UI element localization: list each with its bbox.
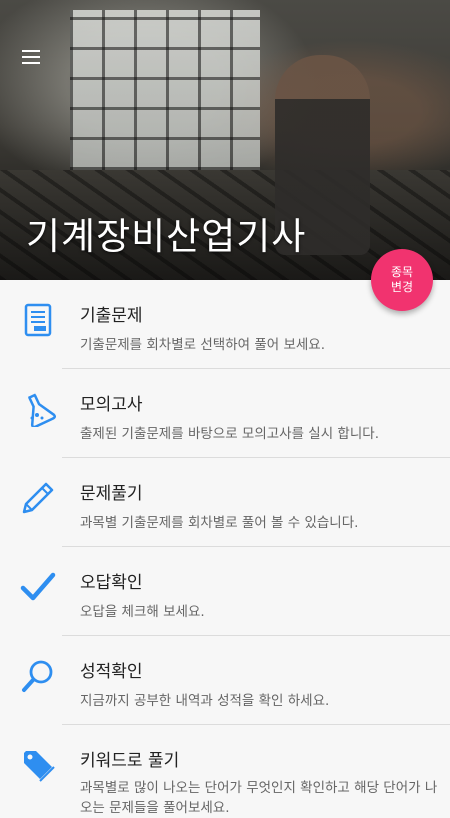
magnifier-icon <box>22 660 53 692</box>
menu-item-desc: 지금까지 공부한 내역과 성적을 확인 하세요. <box>80 693 330 709</box>
change-category-button[interactable]: 종목 변경 <box>371 249 433 311</box>
flask-icon <box>27 393 56 427</box>
menu-item-desc: 출제된 기출문제를 바탕으로 모의고사를 실시 합니다. <box>80 426 379 442</box>
menu-item-grades[interactable]: 성적확인 지금까지 공부한 내역과 성적을 확인 하세요. <box>0 636 450 725</box>
menu-item-title: 오답확인 <box>80 573 143 593</box>
document-list-icon <box>24 303 52 337</box>
fab-label-line1: 종목 <box>390 265 414 279</box>
menu-item-title: 기출문제 <box>80 306 143 326</box>
menu-item-title: 모의고사 <box>80 395 143 415</box>
menu-icon[interactable] <box>22 50 40 64</box>
menu-item-desc: 기출문제를 회차별로 선택하여 풀어 보세요. <box>80 337 326 353</box>
menu-item-desc: 과목별로 많이 나오는 단어가 무엇인지 확인하고 해당 단어가 나오는 문제들… <box>80 780 438 816</box>
header-image: 기계장비산업기사 <box>0 0 450 280</box>
menu-item-solve-problems[interactable]: 문제풀기 과목별 기출문제를 회차별로 풀어 볼 수 있습니다. <box>0 458 450 547</box>
pencil-icon <box>22 482 54 514</box>
menu-item-title: 키워드로 풀기 <box>80 751 180 771</box>
menu-list: 기출문제 기출문제를 회차별로 선택하여 풀어 보세요. 모의고사 출제된 기출… <box>0 280 450 816</box>
workshop-window <box>70 10 260 170</box>
menu-item-mock-exam[interactable]: 모의고사 출제된 기출문제를 바탕으로 모의고사를 실시 합니다. <box>0 369 450 458</box>
page-title: 기계장비산업기사 <box>26 215 307 258</box>
tag-icon <box>24 751 55 782</box>
menu-item-title: 문제풀기 <box>80 484 143 504</box>
fab-label-line2: 변경 <box>390 280 414 294</box>
menu-item-desc: 과목별 기출문제를 회차별로 풀어 볼 수 있습니다. <box>80 515 359 531</box>
menu-item-desc: 오답을 체크해 보세요. <box>80 604 205 620</box>
menu-item-keywords[interactable]: 키워드로 풀기 과목별로 많이 나오는 단어가 무엇인지 확인하고 해당 단어가… <box>0 725 450 816</box>
menu-item-wrong-answers[interactable]: 오답확인 오답을 체크해 보세요. <box>0 547 450 636</box>
menu-item-title: 성적확인 <box>80 662 143 682</box>
checkmark-icon <box>20 572 56 601</box>
